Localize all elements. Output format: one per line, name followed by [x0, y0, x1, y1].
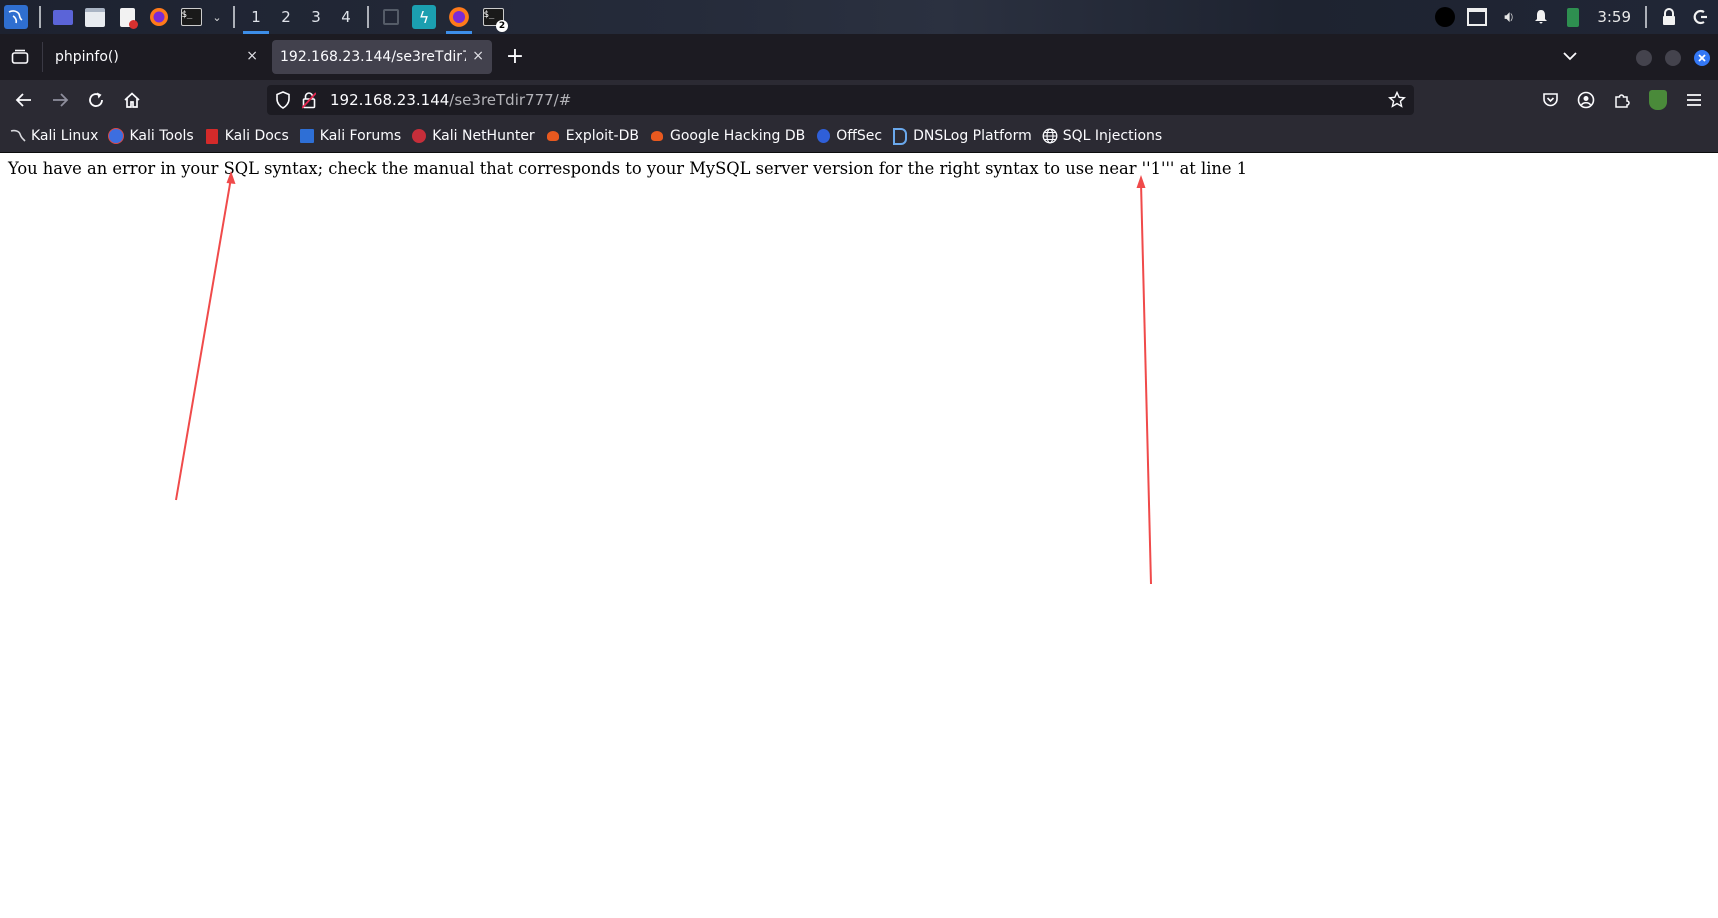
kali-forums-icon: [299, 128, 315, 144]
tab-strip: phpinfo() × 192.168.23.144/se3reTdir777/…: [0, 34, 1718, 80]
annotation-arrow-right: [1136, 175, 1152, 585]
bookmark-label: Google Hacking DB: [669, 128, 806, 144]
taskbar-separator: [39, 6, 41, 28]
navigation-toolbar: 192.168.23.144/se3reTdir777/#: [0, 80, 1718, 120]
file-manager-icon[interactable]: [84, 6, 106, 28]
bookmark-sql-injections[interactable]: SQL Injections: [1042, 128, 1162, 144]
tab-phpinfo[interactable]: phpinfo() ×: [46, 40, 266, 74]
offsec-icon: [815, 128, 831, 144]
bookmark-label: Exploit-DB: [565, 128, 639, 144]
display-icon[interactable]: [1466, 6, 1488, 28]
forward-arrow-icon[interactable]: [48, 88, 72, 112]
dnslog-icon: [892, 127, 908, 145]
kali-menu-icon[interactable]: [4, 5, 28, 29]
globe-icon: [1042, 128, 1058, 144]
exploit-db-icon: [545, 128, 561, 144]
close-window-button[interactable]: [1694, 50, 1710, 66]
workspace-3[interactable]: 3: [301, 0, 331, 34]
nethunter-icon: [411, 128, 427, 144]
window-app-icon[interactable]: [380, 6, 402, 28]
taskbar-separator: [1645, 6, 1647, 28]
url-path: /se3reTdir777/#: [449, 91, 572, 109]
tab-divider: [42, 42, 43, 72]
maximize-button[interactable]: [1665, 50, 1681, 66]
address-bar[interactable]: 192.168.23.144/se3reTdir777/#: [267, 85, 1414, 115]
tab-overview-icon[interactable]: [8, 45, 32, 69]
bookmark-kali-nethunter[interactable]: Kali NetHunter: [411, 128, 535, 144]
url-text[interactable]: 192.168.23.144/se3reTdir777/#: [330, 91, 571, 109]
home-icon[interactable]: [120, 88, 144, 112]
firefox-window-icon[interactable]: [446, 0, 472, 34]
desktop-icon[interactable]: [52, 6, 74, 28]
url-host: 192.168.23.144: [330, 91, 450, 109]
terminal-launcher-icon[interactable]: $_: [180, 6, 202, 28]
taskbar-separator: [233, 6, 235, 28]
account-icon[interactable]: [1574, 88, 1598, 112]
kali-extension-icon[interactable]: [1646, 88, 1670, 112]
bookmark-label: SQL Injections: [1062, 128, 1163, 144]
bookmark-google-hacking-db[interactable]: Google Hacking DB: [649, 128, 805, 144]
kali-docs-icon: [204, 128, 220, 144]
bookmark-label: Kali Linux: [31, 128, 99, 144]
text-editor-icon[interactable]: [116, 6, 138, 29]
close-tab-icon[interactable]: ×: [472, 48, 484, 64]
pocket-icon[interactable]: [1538, 88, 1562, 112]
notification-bell-icon[interactable]: [1530, 6, 1552, 28]
kali-dragon-icon: [10, 128, 26, 144]
firefox-launcher-icon[interactable]: [148, 6, 170, 28]
new-tab-button[interactable]: +: [503, 44, 527, 69]
kali-tools-icon: [108, 128, 125, 144]
back-arrow-icon[interactable]: [12, 88, 36, 112]
ghdb-icon: [649, 128, 665, 144]
bookmarks-toolbar: Kali Linux Kali Tools Kali Docs Kali For…: [0, 120, 1718, 153]
bookmark-label: DNSLog Platform: [913, 128, 1032, 144]
insecure-lock-icon[interactable]: [302, 91, 320, 109]
bookmark-label: Kali Forums: [319, 128, 402, 144]
bookmark-label: Kali Tools: [129, 128, 194, 144]
bookmark-kali-docs[interactable]: Kali Docs: [204, 128, 289, 144]
bookmark-exploit-db[interactable]: Exploit-DB: [545, 128, 639, 144]
bookmark-label: OffSec: [836, 128, 883, 144]
clock[interactable]: 3:59: [1597, 8, 1631, 26]
tab-label: 192.168.23.144/se3reTdir777/: [280, 49, 466, 65]
tab-label: phpinfo(): [55, 49, 119, 65]
page-content: You have an error in your SQL syntax; ch…: [0, 153, 1718, 918]
workspace-2[interactable]: 2: [271, 0, 301, 34]
bookmark-kali-tools[interactable]: Kali Tools: [108, 128, 194, 144]
workspace-4[interactable]: 4: [331, 0, 361, 34]
bookmark-star-icon[interactable]: [1388, 91, 1406, 109]
close-tab-icon[interactable]: ×: [246, 48, 258, 64]
terminal-count-badge: 2: [496, 20, 508, 32]
bookmark-offsec[interactable]: OffSec: [815, 128, 882, 144]
extensions-puzzle-icon[interactable]: [1610, 88, 1634, 112]
bookmark-kali-forums[interactable]: Kali Forums: [299, 128, 401, 144]
power-icon[interactable]: [1690, 6, 1712, 28]
annotation-arrow-left: [175, 171, 236, 501]
hamburger-menu-icon[interactable]: [1682, 88, 1706, 112]
bookmark-label: Kali NetHunter: [432, 128, 535, 144]
annotation-arrows: [175, 171, 1152, 585]
tab-sql-error[interactable]: 192.168.23.144/se3reTdir777/ ×: [272, 40, 492, 74]
terminal-window-icon[interactable]: $_ 2: [482, 6, 508, 32]
shield-icon[interactable]: [275, 91, 293, 109]
minimize-button[interactable]: [1636, 50, 1652, 66]
taskbar-separator: [367, 6, 369, 28]
list-all-tabs-icon[interactable]: [1558, 44, 1582, 68]
bookmark-dnslog-platform[interactable]: DNSLog Platform: [892, 127, 1032, 145]
bookmark-label: Kali Docs: [224, 128, 289, 144]
reload-icon[interactable]: [84, 88, 108, 112]
burp-app-icon[interactable]: ϟ: [412, 5, 436, 29]
bookmark-kali-linux[interactable]: Kali Linux: [10, 128, 98, 144]
workspace-1[interactable]: 1: [241, 0, 271, 34]
chevron-down-icon[interactable]: ⌄: [212, 6, 222, 28]
battery-icon[interactable]: [1562, 6, 1584, 28]
system-taskbar: $_ ⌄ 1 2 3 4 ϟ $_ 2 🔉︎ 3:59: [0, 0, 1718, 34]
avatar-icon[interactable]: [1434, 6, 1456, 28]
lock-icon[interactable]: [1658, 6, 1680, 28]
volume-icon[interactable]: 🔉︎: [1498, 6, 1520, 28]
